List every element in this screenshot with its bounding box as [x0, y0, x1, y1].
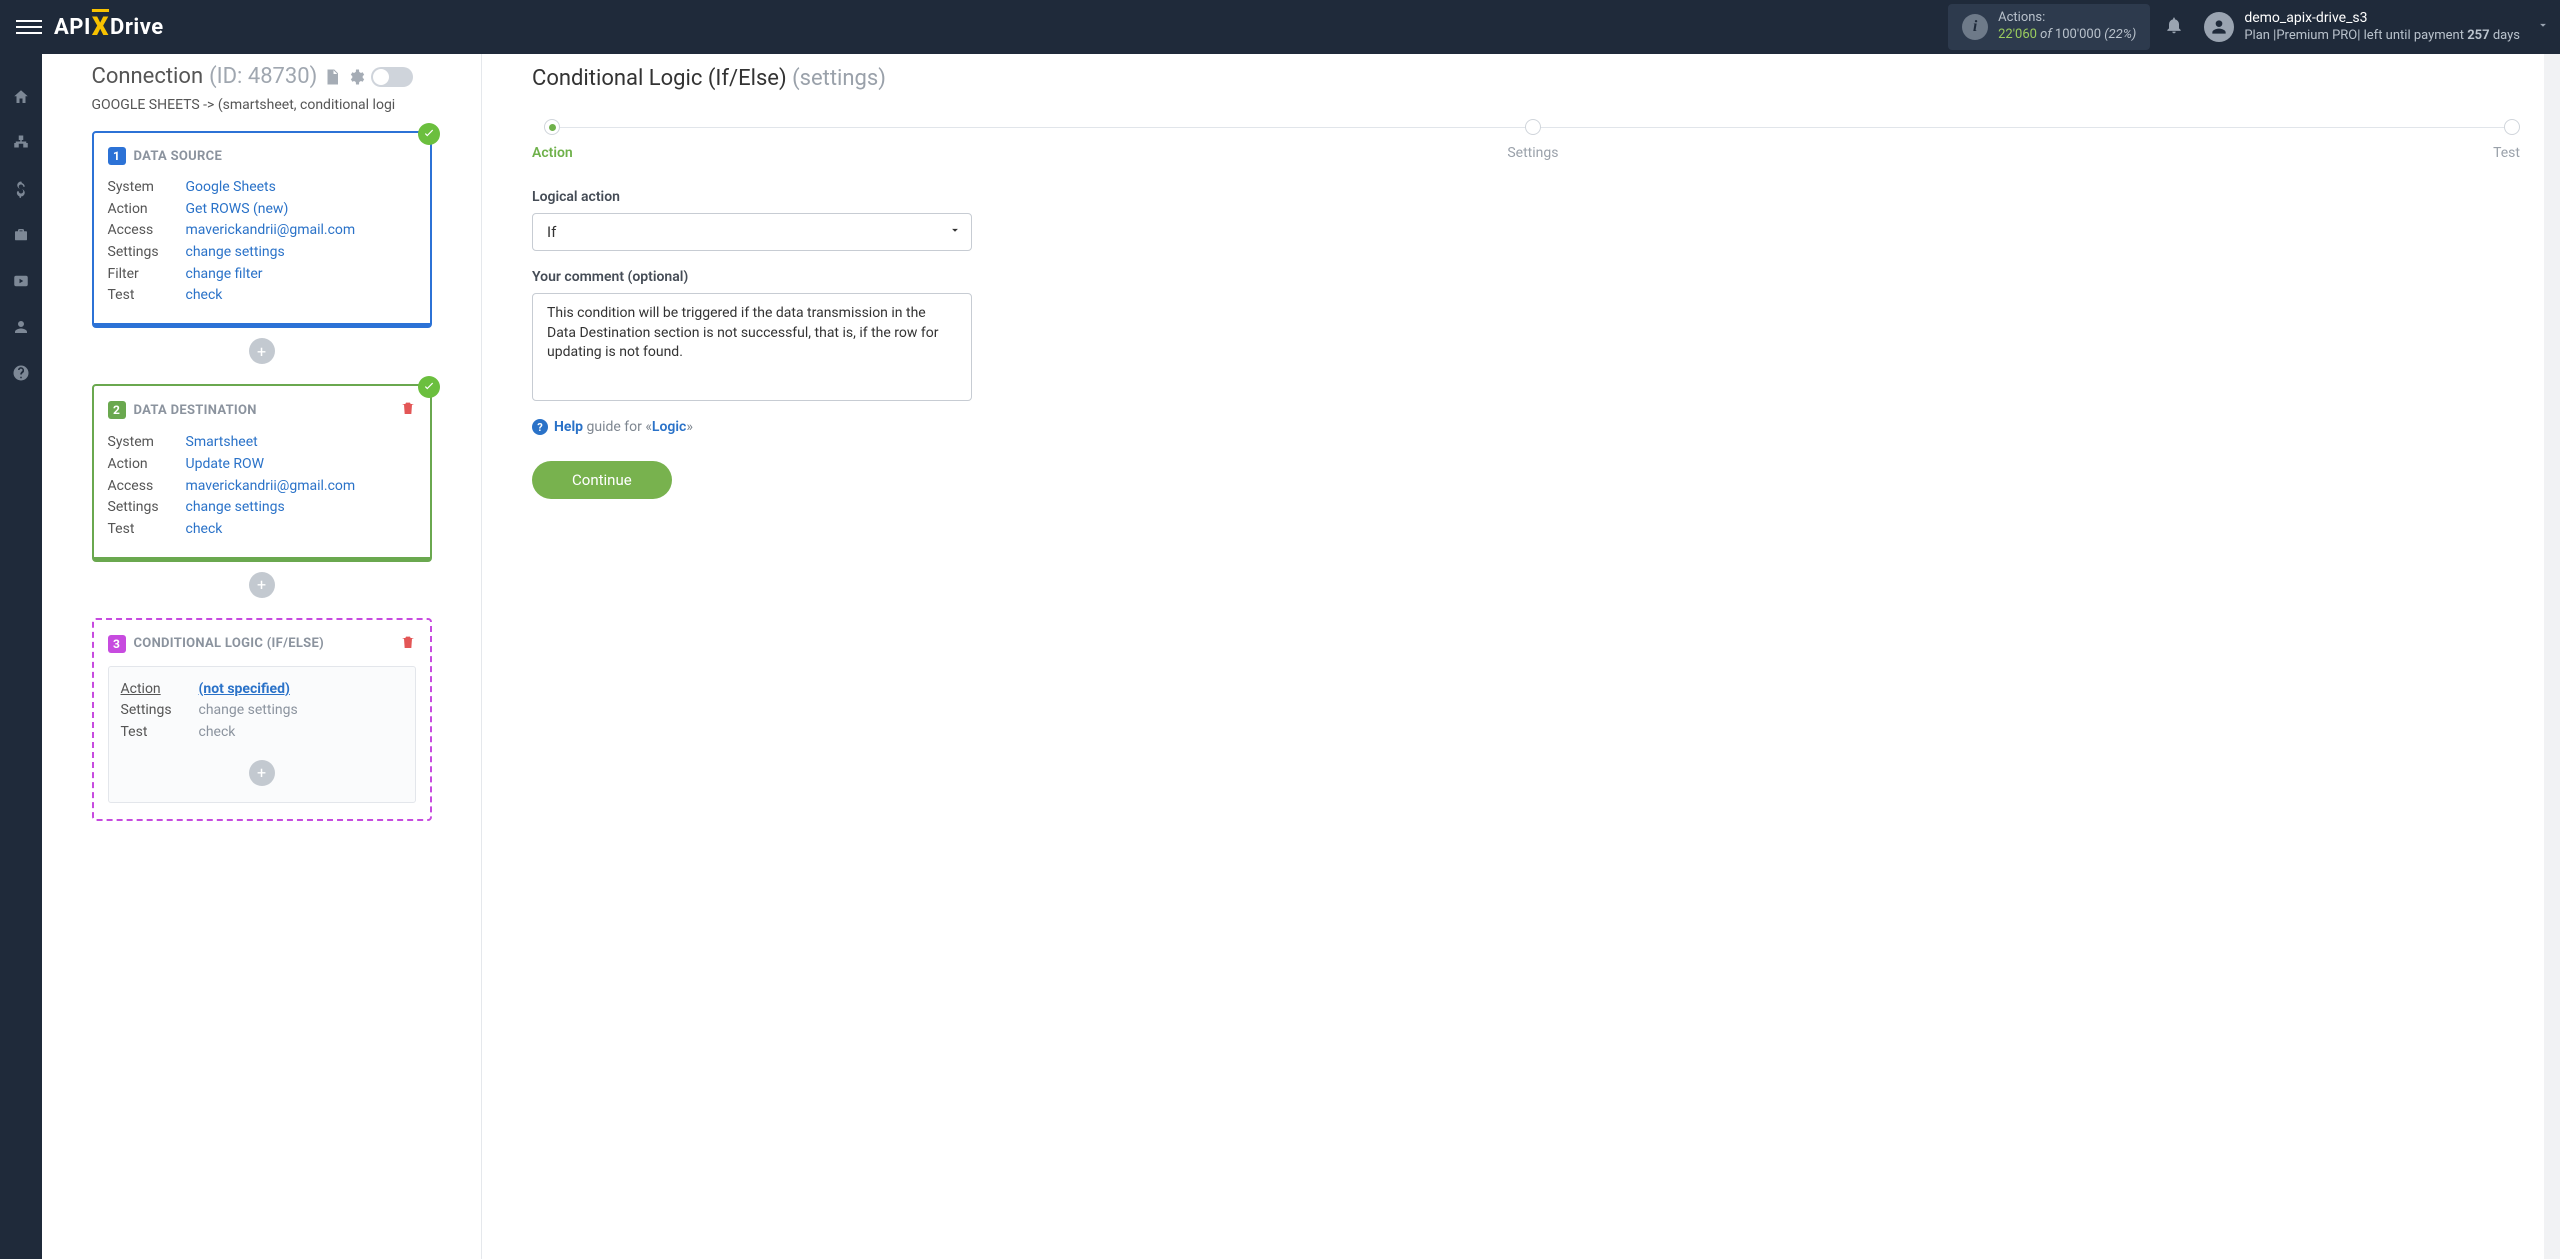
logic-action-link[interactable]: (not specified)	[199, 679, 290, 701]
help-link[interactable]: ? Help guide for «Logic»	[532, 419, 2520, 435]
add-branch-button[interactable]: +	[249, 760, 275, 786]
continue-button[interactable]: Continue	[532, 461, 672, 499]
source-action-link[interactable]: Get ROWS (new)	[186, 199, 289, 221]
dest-test-link[interactable]: check	[186, 519, 223, 541]
step-number: 1	[108, 147, 126, 165]
nav-youtube-icon[interactable]	[8, 268, 34, 294]
add-step-button[interactable]: +	[249, 338, 275, 364]
source-access-link[interactable]: maverickandrii@gmail.com	[186, 220, 356, 242]
avatar-icon	[2204, 12, 2234, 42]
logical-action-label: Logical action	[532, 189, 2520, 205]
data-source-card[interactable]: 1 DATA SOURCE SystemGoogle Sheets Action…	[92, 131, 432, 328]
gear-icon[interactable]	[347, 68, 365, 86]
stepper-test[interactable]: Test	[2493, 119, 2520, 161]
logic-test-label: check	[199, 722, 236, 744]
logo-suffix: Drive	[110, 15, 164, 40]
connection-id: (ID: 48730)	[209, 64, 317, 89]
check-icon	[418, 376, 440, 398]
source-system-link[interactable]: Google Sheets	[186, 177, 276, 199]
dest-settings-link[interactable]: change settings	[186, 497, 285, 519]
topbar: API X Drive i Actions: 22'060 of 100'000…	[0, 0, 2560, 54]
logo-x: X	[92, 12, 109, 42]
nav-briefcase-icon[interactable]	[8, 222, 34, 248]
left-rail	[0, 54, 42, 1259]
dest-system-link[interactable]: Smartsheet	[186, 432, 258, 454]
stepper-settings[interactable]: Settings	[1507, 119, 1558, 161]
comment-label: Your comment (optional)	[532, 269, 2520, 285]
nav-help-icon[interactable]	[8, 360, 34, 386]
logical-action-select[interactable]: If	[532, 213, 972, 251]
actions-counter[interactable]: i Actions: 22'060 of 100'000 (22%)	[1948, 4, 2150, 50]
document-icon[interactable]	[323, 68, 341, 86]
question-icon: ?	[532, 419, 548, 435]
left-panel: Connection (ID: 48730) GOOGLE SHEETS -> …	[42, 54, 482, 1259]
actions-total: 100'000	[2055, 27, 2101, 42]
check-icon	[418, 123, 440, 145]
conditional-logic-card[interactable]: 3 CONDITIONAL LOGIC (IF/ELSE) Action(not…	[92, 618, 432, 821]
comment-textarea[interactable]	[532, 293, 972, 401]
data-destination-card[interactable]: 2 DATA DESTINATION SystemSmartsheet Acti…	[92, 384, 432, 561]
connection-subtitle: GOOGLE SHEETS -> (smartsheet, conditiona…	[92, 97, 432, 113]
dest-access-link[interactable]: maverickandrii@gmail.com	[186, 476, 356, 498]
dest-action-link[interactable]: Update ROW	[186, 454, 265, 476]
delete-destination-button[interactable]	[400, 400, 416, 420]
connection-toggle[interactable]	[371, 67, 413, 87]
step-title: CONDITIONAL LOGIC (IF/ELSE)	[134, 636, 324, 651]
source-filter-link[interactable]: change filter	[186, 264, 263, 286]
logic-settings-label: change settings	[199, 700, 298, 722]
user-menu[interactable]: demo_apix-drive_s3 Plan |Premium PRO| le…	[2204, 10, 2520, 44]
stepper-action[interactable]: Action	[532, 119, 573, 161]
step-number: 2	[108, 401, 126, 419]
wizard-stepper: Action Settings Test	[532, 119, 2520, 161]
logo[interactable]: API X Drive	[54, 12, 164, 42]
nav-user-icon[interactable]	[8, 314, 34, 340]
main-panel: Conditional Logic (If/Else) (settings) A…	[482, 54, 2560, 1259]
menu-icon[interactable]	[16, 14, 42, 40]
info-icon: i	[1962, 14, 1988, 40]
user-name: demo_apix-drive_s3	[2244, 10, 2520, 28]
nav-home-icon[interactable]	[8, 84, 34, 110]
step-title: DATA DESTINATION	[134, 403, 257, 418]
add-step-button[interactable]: +	[249, 572, 275, 598]
step-number: 3	[108, 635, 126, 653]
actions-used: 22'060	[1998, 27, 2037, 42]
actions-pct: (22%)	[2101, 27, 2136, 42]
connection-title: Connection	[92, 64, 204, 89]
delete-logic-button[interactable]	[400, 634, 416, 654]
source-settings-link[interactable]: change settings	[186, 242, 285, 264]
source-test-link[interactable]: check	[186, 285, 223, 307]
actions-label: Actions:	[1998, 10, 2136, 27]
logo-prefix: API	[54, 15, 91, 40]
step-title: DATA SOURCE	[134, 149, 223, 164]
page-title: Conditional Logic (If/Else) (settings)	[532, 66, 2520, 91]
chevron-down-icon[interactable]	[2536, 18, 2550, 36]
bell-icon[interactable]	[2164, 15, 2184, 40]
nav-sitemap-icon[interactable]	[8, 130, 34, 156]
actions-of: of	[2037, 27, 2055, 42]
nav-billing-icon[interactable]	[8, 176, 34, 202]
